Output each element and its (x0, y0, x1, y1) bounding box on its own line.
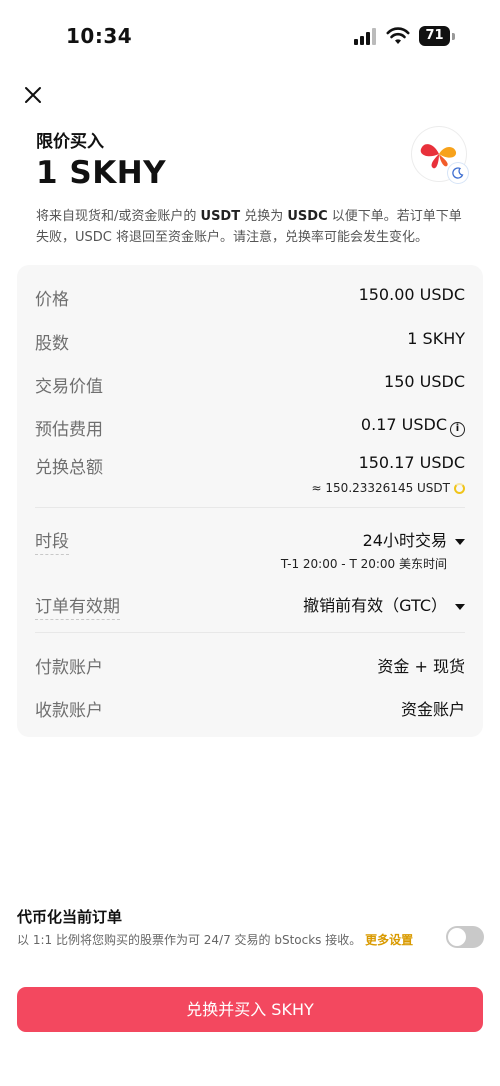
shares-label: 股数 (35, 334, 69, 354)
price-value: 150.00 USDC (358, 285, 465, 304)
battery-icon: 71 (419, 26, 455, 46)
battery-level: 71 (419, 26, 450, 46)
session-select[interactable]: 24小时交易 (363, 527, 465, 551)
close-icon[interactable] (22, 84, 44, 106)
session-hours: T-1 20:00 - T 20:00 美东时间 (280, 557, 447, 571)
status-bar: 10:34 71 (0, 0, 500, 72)
pay-account-value: 资金 + 现货 (377, 657, 465, 676)
tokenize-toggle[interactable] (446, 926, 484, 948)
validity-label: 订单有效期 (35, 592, 120, 620)
receive-account-value: 资金账户 (400, 700, 465, 719)
shares-value: 1 SKHY (407, 329, 465, 348)
moon-icon (448, 163, 468, 183)
price-label: 价格 (35, 290, 69, 310)
total-value: 150.17 USDC (358, 453, 465, 472)
order-details-card: 价格 150.00 USDC 股数 1 SKHY 交易价值 150 USDC 预… (17, 265, 483, 737)
convert-and-buy-button[interactable]: 兑换并买入 SKHY (17, 987, 483, 1032)
receive-account-label: 收款账户 (35, 701, 103, 721)
chevron-down-icon (455, 603, 465, 610)
more-settings-link[interactable]: 更多设置 (365, 933, 413, 947)
divider (35, 507, 465, 508)
to-currency: USDC (287, 209, 328, 224)
trade-value-label: 交易价值 (35, 377, 103, 397)
total-label: 兑换总额 (35, 458, 103, 478)
estimated-fee-label: 预估费用 (35, 420, 103, 440)
order-title: 1 SKHY (36, 155, 167, 191)
total-approx: ≈ 150.23326145 USDT (312, 481, 465, 495)
stock-logo (412, 127, 468, 183)
tokenize-title: 代币化当前订单 (17, 908, 123, 926)
status-time: 10:34 (66, 24, 133, 48)
loading-icon (454, 483, 465, 494)
pay-account-label: 付款账户 (35, 658, 103, 678)
info-icon[interactable]: i (450, 422, 465, 437)
estimated-fee-value: 0.17 USDC i (361, 415, 465, 437)
trade-value-value: 150 USDC (384, 372, 465, 391)
chevron-down-icon (455, 538, 465, 545)
validity-select[interactable]: 撤销前有效（GTC） (303, 592, 465, 616)
toggle-knob (448, 928, 466, 946)
conversion-notice: 将来自现货和/或资金账户的 USDT 兑换为 USDC 以便下单。若订单下单失败… (36, 209, 462, 245)
cellular-signal-icon (354, 28, 380, 45)
divider (35, 632, 465, 633)
wifi-icon (386, 27, 410, 44)
from-currency: USDT (200, 209, 241, 224)
session-label: 时段 (35, 527, 69, 555)
order-type-label: 限价买入 (36, 132, 104, 152)
tokenize-description: 以 1:1 比例将您购买的股票作为可 24/7 交易的 bStocks 接收。 … (17, 933, 414, 947)
